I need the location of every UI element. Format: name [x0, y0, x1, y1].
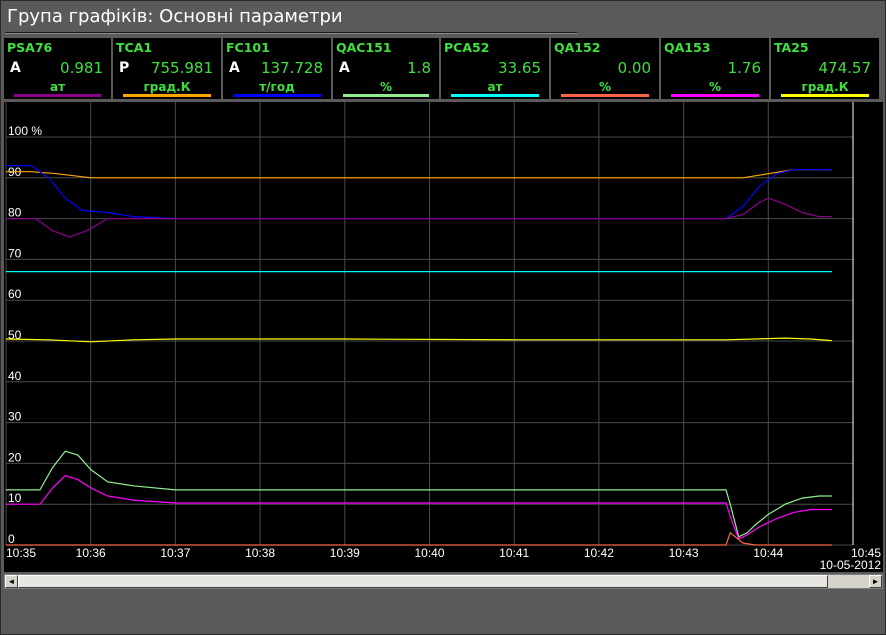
x-tick-label: 10:36 — [76, 546, 106, 560]
param-value: 1.76 — [727, 59, 761, 77]
scroll-right-arrow[interactable]: ► — [869, 575, 882, 588]
param-color-bar — [561, 94, 649, 97]
param-tile-ta25[interactable]: TA25 474.57 град.К — [771, 38, 881, 99]
y-tick-label: 10 — [8, 491, 22, 505]
param-tag: PCA52 — [444, 40, 490, 55]
param-unit: % — [708, 80, 722, 94]
param-tag: TA25 — [774, 40, 809, 55]
param-tag: FC101 — [226, 40, 270, 55]
window-title: Група графіків: Основні параметри — [7, 6, 343, 27]
series-line-psa76 — [6, 197, 832, 238]
param-unit: % — [598, 80, 612, 94]
chart-date-label: 10-05-2012 — [820, 558, 882, 572]
y-tick-label: 80 — [8, 206, 22, 220]
y-tick-label: 70 — [8, 246, 22, 260]
param-mode: A — [229, 60, 240, 76]
param-tile-pca52[interactable]: PCA52 33.65 ат — [441, 38, 551, 99]
x-tick-label: 10:42 — [584, 546, 614, 560]
x-tick-label: 10:43 — [669, 546, 699, 560]
param-unit: % — [379, 80, 393, 94]
time-scrollbar[interactable]: ◄ ► — [4, 574, 883, 589]
param-tile-tca1[interactable]: TCA1 P 755.981 град.К — [113, 38, 223, 99]
param-tag: QA152 — [554, 40, 601, 55]
y-tick-label: 60 — [8, 287, 22, 301]
param-unit: град.К — [143, 80, 191, 94]
param-value: 1.8 — [407, 59, 431, 77]
param-tile-fc101[interactable]: FC101 A 137.728 т/год — [223, 38, 333, 99]
param-tile-qa152[interactable]: QA152 0.00% — [551, 38, 661, 99]
y-tick-label: 50 — [8, 328, 22, 342]
title-divider-highlight — [5, 33, 577, 34]
y-tick-label: 20 — [8, 450, 22, 464]
param-color-bar — [671, 94, 759, 97]
param-value: 0.00 — [617, 59, 651, 77]
param-value: 33.65 — [498, 59, 541, 77]
y-tick-label: 40 — [8, 369, 22, 383]
param-unit: т/год — [259, 80, 295, 94]
param-mode: A — [10, 60, 21, 76]
param-mode: A — [339, 60, 350, 76]
parameter-panel: PSA76 A 0.981 ат TCA1 P 755.981 град.К FC101 A 137… — [4, 38, 881, 99]
param-value: 474.57 — [818, 59, 872, 77]
param-color-bar — [14, 94, 101, 97]
x-tick-label: 10:39 — [330, 546, 360, 560]
param-tile-qac151[interactable]: QAC151 A 1.8% — [333, 38, 441, 99]
param-color-bar — [123, 94, 211, 97]
x-tick-label: 10:40 — [414, 546, 444, 560]
param-unit: ат — [487, 80, 503, 94]
param-tag: QAC151 — [336, 40, 392, 55]
param-value: 137.728 — [260, 59, 323, 77]
series-line-qa152 — [6, 531, 832, 546]
param-mode: P — [119, 60, 130, 76]
series-line-qac151 — [6, 450, 832, 538]
x-tick-label: 10:38 — [245, 546, 275, 560]
param-tile-psa76[interactable]: PSA76 A 0.981 ат — [4, 38, 113, 99]
series-line-fc101 — [6, 164, 832, 220]
param-unit: ат — [49, 80, 66, 94]
param-value: 755.981 — [150, 59, 213, 77]
param-value: 0.981 — [60, 59, 103, 77]
param-color-bar — [781, 94, 869, 97]
x-tick-label: 10:35 — [6, 546, 36, 560]
trend-window: Група графіків: Основні параметри PSA76 A… — [0, 0, 886, 635]
y-tick-label: 30 — [8, 410, 22, 424]
y-tick-label: 100 % — [8, 124, 42, 138]
scroll-thumb[interactable] — [18, 575, 828, 588]
param-color-bar — [343, 94, 429, 97]
param-unit: град.К — [801, 80, 849, 94]
param-color-bar — [233, 94, 321, 97]
trend-chart[interactable]: 100 % 90 80 70 60 50 40 30 20 10 0 10:35 10:36 10:37 1… — [4, 102, 883, 572]
param-tag: QA153 — [664, 40, 711, 55]
scroll-left-arrow[interactable]: ◄ — [5, 575, 18, 588]
x-tick-label: 10:44 — [753, 546, 783, 560]
x-tick-label: 10:37 — [160, 546, 190, 560]
param-tile-qa153[interactable]: QA153 1.76% — [661, 38, 771, 99]
trend-chart-svg: 100 %908070605040302010010:35 10:36 10:37 1… — [5, 102, 882, 572]
x-tick-label: 10:41 — [499, 546, 529, 560]
y-tick-label: 0 — [8, 532, 15, 546]
param-tag: PSA76 — [7, 40, 53, 55]
series-line-tca1 — [6, 168, 832, 179]
param-tag: TCA1 — [116, 40, 153, 55]
param-color-bar — [451, 94, 539, 97]
